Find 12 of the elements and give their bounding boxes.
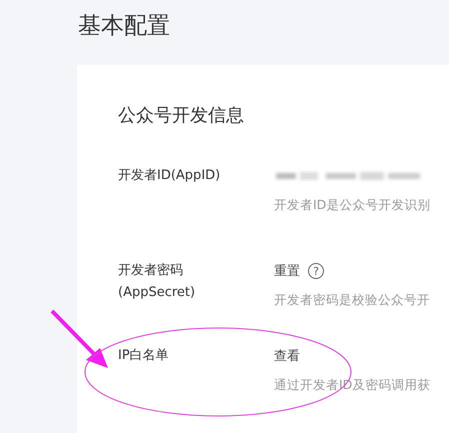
action-link[interactable]: 查看: [274, 347, 300, 365]
field-label: (AppSecret): [118, 284, 196, 302]
section-title: 公众号开发信息: [118, 104, 244, 127]
field-label: 开发者密码: [118, 262, 183, 280]
field-label: 开发者ID(AppID): [118, 167, 220, 185]
field-description: 开发者密码是校验公众号开: [274, 292, 430, 309]
page-title: 基本配置: [77, 12, 171, 41]
annotation-arrow: [50, 310, 108, 368]
help-icon[interactable]: ?: [308, 263, 324, 279]
field-label: IP白名单: [118, 347, 169, 365]
field-description: 开发者ID是公众号开发识别: [274, 197, 430, 214]
action-link[interactable]: 重置: [274, 262, 300, 280]
